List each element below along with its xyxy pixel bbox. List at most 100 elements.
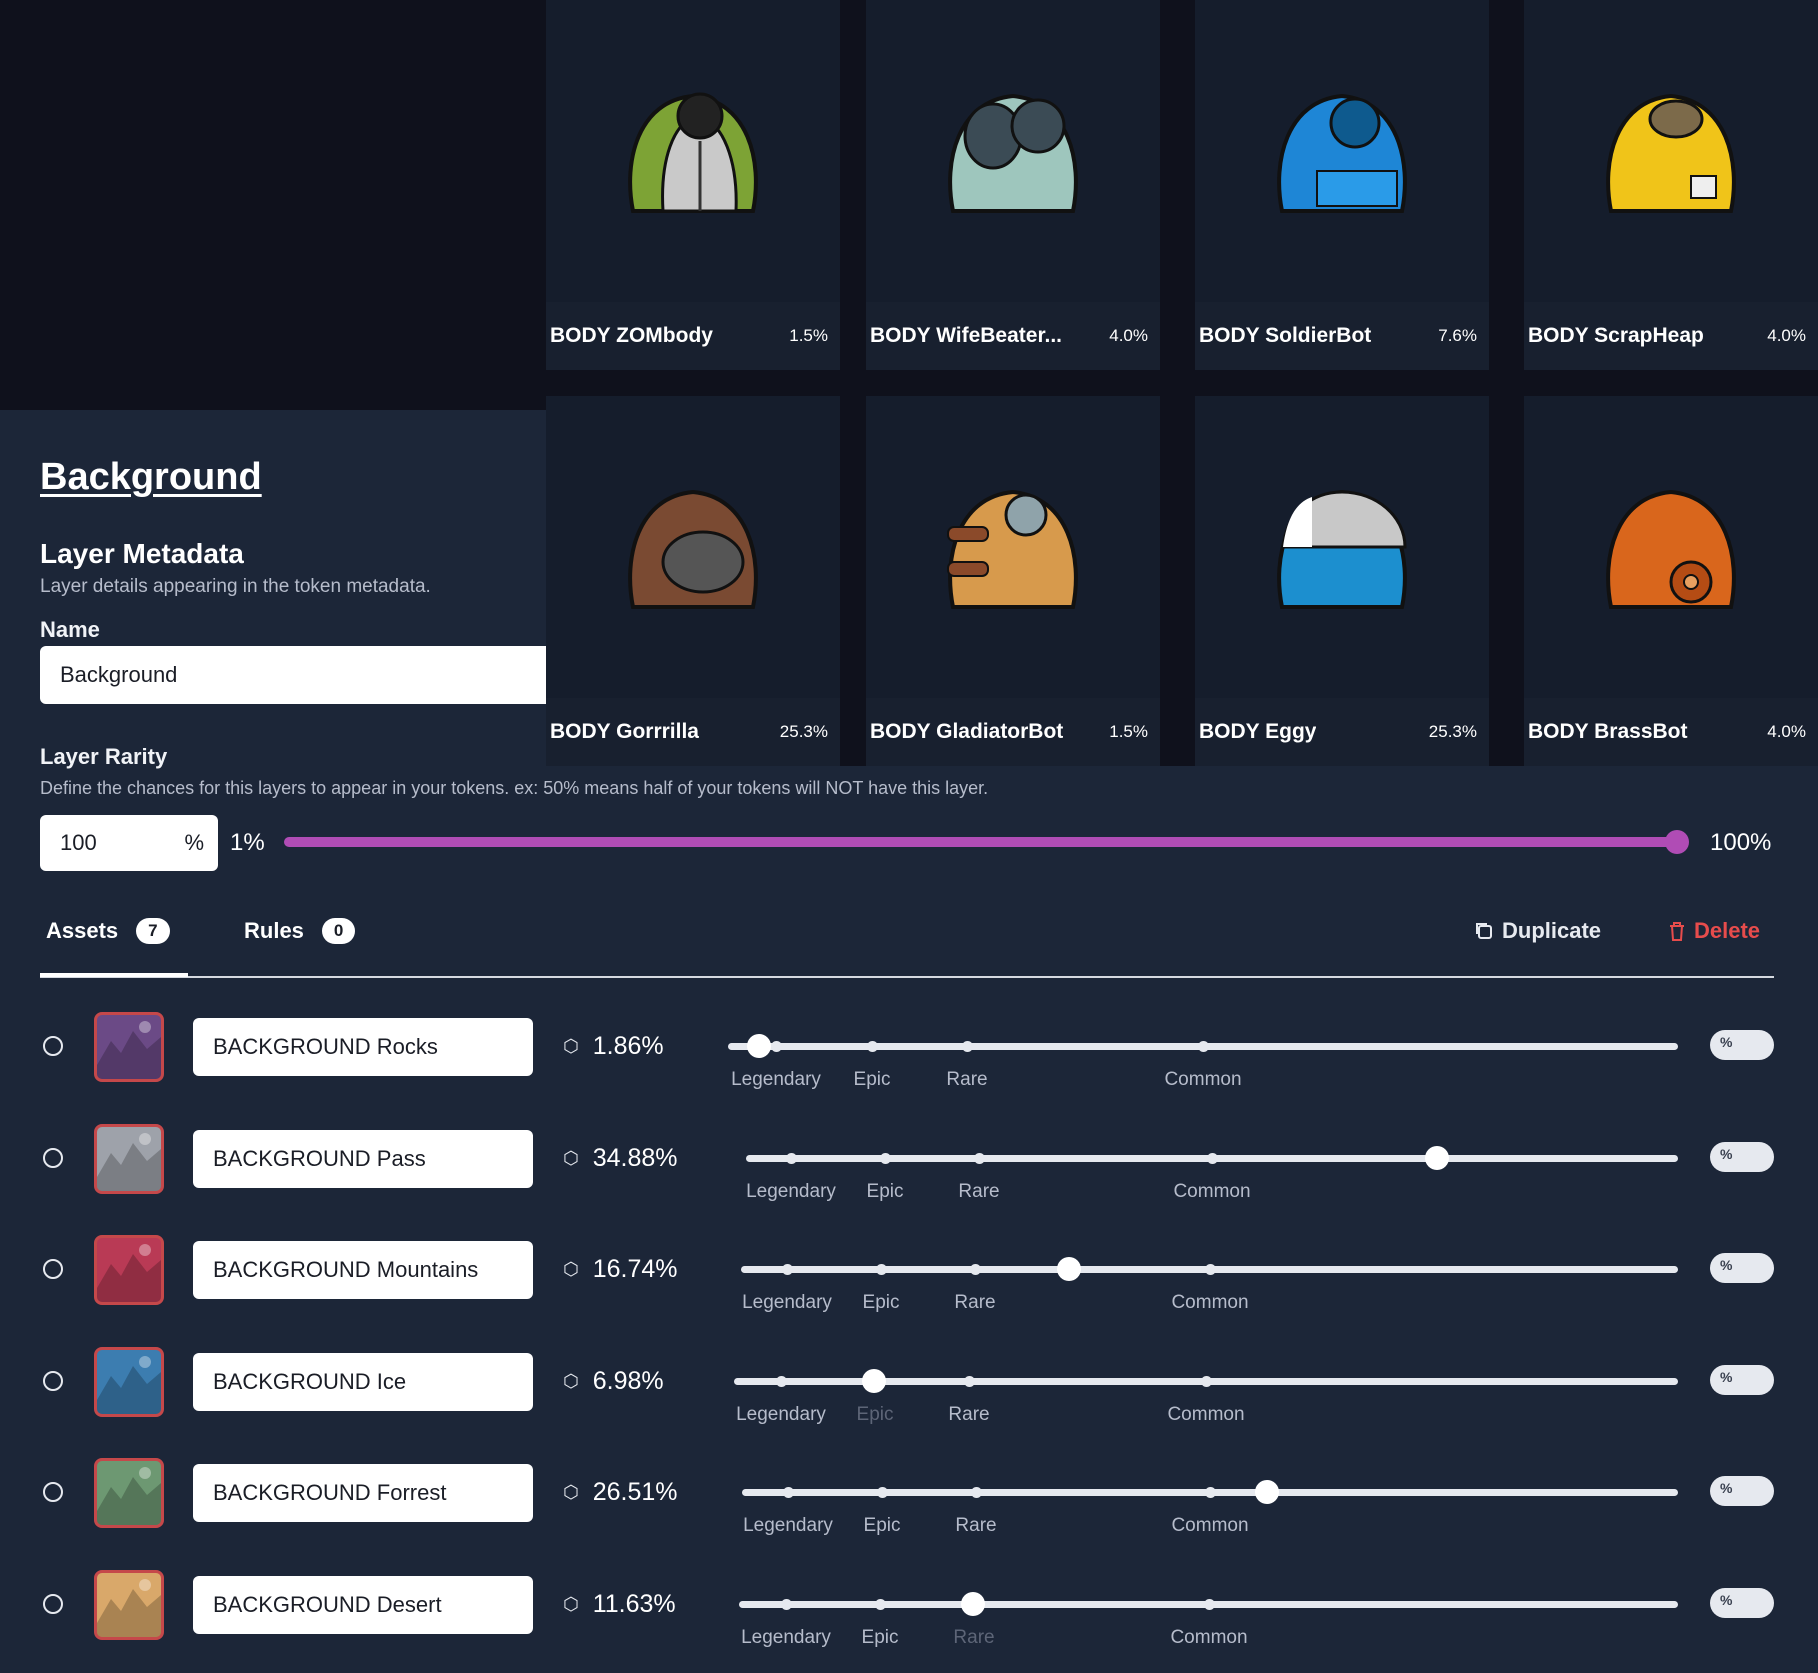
range-max-label: 100% <box>1710 829 1772 856</box>
asset-rarity: ⬡ 16.74% <box>563 1255 678 1284</box>
asset-rarity-slider-thumb[interactable] <box>1425 1146 1449 1170</box>
tier-label: Legendary <box>743 1515 833 1536</box>
tier-label: Common <box>1167 1404 1245 1425</box>
body-card[interactable]: BODY GladiatorBot 1.5% <box>866 396 1160 766</box>
card-name: BODY Gorrrilla <box>550 720 699 743</box>
duplicate-button[interactable]: Duplicate <box>1474 918 1601 944</box>
layer-rarity-slider-track[interactable] <box>284 837 1688 847</box>
layer-rarity-slider-thumb[interactable] <box>1665 830 1689 854</box>
metadata-subtitle: Layer details appearing in the token met… <box>40 576 431 597</box>
duplicate-label: Duplicate <box>1502 918 1602 943</box>
percent-toggle[interactable]: % <box>1710 1030 1774 1060</box>
card-percent: 1.5% <box>789 326 828 345</box>
tier-label: Epic <box>856 1404 894 1425</box>
body-card[interactable]: BODY Eggy 25.3% <box>1195 396 1489 766</box>
assets-count-badge: 7 <box>136 918 170 944</box>
asset-rarity-slider-thumb[interactable] <box>961 1592 985 1616</box>
asset-name-input[interactable] <box>193 1130 533 1188</box>
tier-label: Epic <box>861 1627 899 1648</box>
landscape-icon <box>97 1021 161 1079</box>
asset-row: ⬡ 6.98% Legendary Epic Rare Common% <box>0 1341 1818 1453</box>
toggle-label: % <box>1720 1480 1733 1496</box>
asset-rarity-slider-thumb[interactable] <box>747 1034 771 1058</box>
asset-rarity-value: 6.98% <box>592 1367 664 1395</box>
gladiatorbot-image <box>947 489 1078 609</box>
asset-rarity-value: 34.88% <box>592 1144 678 1172</box>
card-percent: 4.0% <box>1109 326 1148 345</box>
tier-marker <box>880 1153 891 1164</box>
landscape-icon <box>97 1244 161 1302</box>
rarity-percent-input[interactable]: 100 % <box>40 815 218 871</box>
asset-name-input[interactable] <box>193 1241 533 1299</box>
asset-select-radio[interactable] <box>43 1148 63 1168</box>
body-card[interactable]: BODY ScrapHeap 4.0% <box>1524 0 1818 370</box>
percent-toggle[interactable]: % <box>1710 1365 1774 1395</box>
asset-name-input[interactable] <box>193 1353 533 1411</box>
tier-label: Rare <box>946 1069 988 1090</box>
asset-rarity: ⬡ 6.98% <box>563 1367 664 1396</box>
percent-toggle[interactable]: % <box>1710 1142 1774 1172</box>
tier-label: Common <box>1170 1627 1248 1648</box>
tier-label: Rare <box>953 1627 995 1648</box>
body-card[interactable]: BODY SoldierBot 7.6% <box>1195 0 1489 370</box>
body-card[interactable]: BODY Gorrrilla 25.3% <box>546 396 840 766</box>
tier-marker <box>962 1041 973 1052</box>
percent-toggle[interactable]: % <box>1710 1588 1774 1618</box>
card-percent: 7.6% <box>1438 326 1477 345</box>
tier-label: Legendary <box>742 1292 832 1313</box>
asset-rarity-value: 11.63% <box>592 1590 676 1618</box>
cube-icon: ⬡ <box>563 1594 579 1614</box>
percent-toggle[interactable]: % <box>1710 1476 1774 1506</box>
wifebeater-image <box>948 93 1078 213</box>
asset-select-radio[interactable] <box>43 1594 63 1614</box>
body-card[interactable]: BODY BrassBot 4.0% <box>1524 396 1818 766</box>
delete-button[interactable]: Delete <box>1668 918 1760 944</box>
tier-label: Epic <box>862 1292 900 1313</box>
asset-select-radio[interactable] <box>43 1259 63 1279</box>
tier-label: Rare <box>958 1181 1000 1202</box>
tab-rules[interactable]: Rules 0 <box>244 918 356 944</box>
landscape-icon <box>97 1579 161 1637</box>
scrapheap-image <box>1606 93 1736 213</box>
cube-icon: ⬡ <box>563 1259 579 1279</box>
body-cards-grid: BODY ZOMbody 1.5% BODY WifeBeater... 4.0% … <box>546 0 1818 766</box>
asset-select-radio[interactable] <box>43 1036 63 1056</box>
tier-marker <box>875 1599 886 1610</box>
tab-assets[interactable]: Assets 7 <box>46 918 170 944</box>
rarity-description: Define the chances for this layers to ap… <box>40 778 989 798</box>
tier-marker <box>867 1041 878 1052</box>
card-name: BODY ZOMbody <box>550 324 713 347</box>
delete-label: Delete <box>1694 918 1761 943</box>
card-percent: 25.3% <box>779 722 828 741</box>
tier-marker <box>1207 1153 1218 1164</box>
cube-icon: ⬡ <box>563 1371 579 1391</box>
asset-name-input[interactable] <box>193 1576 533 1634</box>
asset-thumbnail <box>94 1347 164 1417</box>
asset-name-input[interactable] <box>193 1018 533 1076</box>
asset-select-radio[interactable] <box>43 1482 63 1502</box>
asset-row: ⬡ 34.88% Legendary Epic Rare Common% <box>0 1118 1818 1230</box>
layer-name-input[interactable] <box>40 646 546 704</box>
tier-label: Rare <box>955 1515 997 1536</box>
body-thumbnail <box>866 0 1160 302</box>
toggle-label: % <box>1720 1369 1733 1385</box>
asset-row: ⬡ 16.74% Legendary Epic Rare Common% <box>0 1229 1818 1341</box>
layer-title[interactable]: Background <box>40 456 262 499</box>
tier-marker <box>970 1264 981 1275</box>
soldierbot-image <box>1277 93 1407 213</box>
brassbot-image <box>1606 489 1736 609</box>
asset-rarity-slider-thumb[interactable] <box>1057 1257 1081 1281</box>
body-thumbnail <box>866 396 1160 698</box>
landscape-icon <box>97 1133 161 1191</box>
asset-rarity-slider-thumb[interactable] <box>862 1369 886 1393</box>
tab-assets-label: Assets <box>46 918 119 943</box>
rules-count-badge: 0 <box>321 918 356 944</box>
asset-select-radio[interactable] <box>43 1371 63 1391</box>
body-card[interactable]: BODY WifeBeater... 4.0% <box>866 0 1160 370</box>
asset-rarity: ⬡ 26.51% <box>563 1478 678 1507</box>
percent-toggle[interactable]: % <box>1710 1253 1774 1283</box>
asset-rarity-slider-thumb[interactable] <box>1255 1480 1279 1504</box>
cube-icon: ⬡ <box>563 1148 579 1168</box>
asset-name-input[interactable] <box>193 1464 533 1522</box>
body-card[interactable]: BODY ZOMbody 1.5% <box>546 0 840 370</box>
